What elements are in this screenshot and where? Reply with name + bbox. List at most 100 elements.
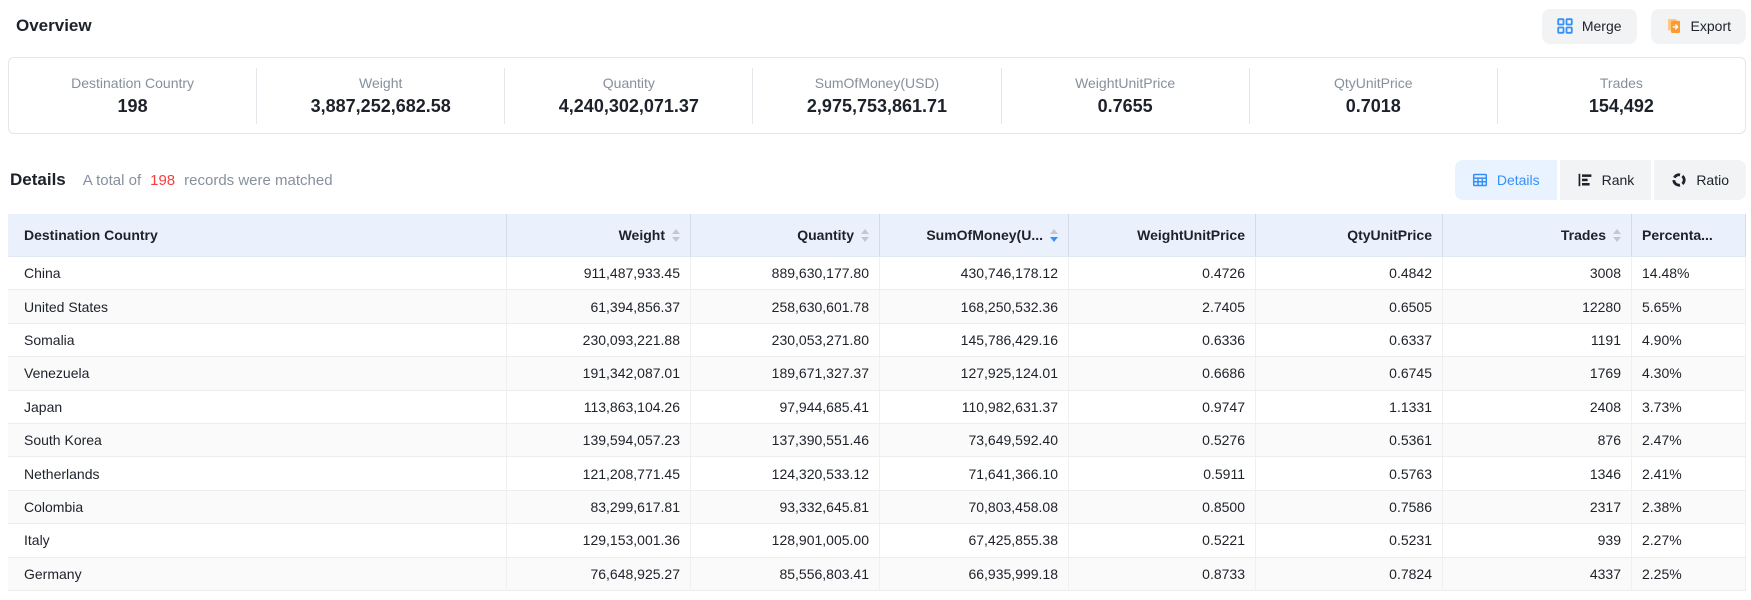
cell-weight: 83,299,617.81 [507, 491, 691, 523]
column-header-destination-country: Destination Country [8, 214, 507, 256]
cell-qtyunitprice: 0.6745 [1256, 357, 1443, 389]
cell-percenta: 3.73% [1632, 391, 1746, 423]
table-row-south-korea: South Korea139,594,057.23137,390,551.467… [8, 424, 1746, 457]
cell-weight: 911,487,933.45 [507, 257, 691, 289]
cell-sumofmoney-u: 70,803,458.08 [880, 491, 1069, 523]
cell-weight: 129,153,001.36 [507, 524, 691, 556]
donut-chart-icon [1671, 172, 1687, 188]
stat-label: Quantity [603, 76, 655, 90]
cell-trades: 1346 [1443, 457, 1632, 489]
topbar-actions: Merge Export [1542, 9, 1746, 44]
table-row-venezuela: Venezuela191,342,087.01189,671,327.37127… [8, 357, 1746, 390]
tab-ratio[interactable]: Ratio [1654, 160, 1746, 200]
cell-percenta: 4.30% [1632, 357, 1746, 389]
column-label: SumOfMoney(U... [926, 227, 1043, 243]
column-header-trades[interactable]: Trades [1443, 214, 1632, 256]
tab-details-label: Details [1497, 172, 1540, 188]
stat-trades: Trades154,492 [1497, 68, 1745, 124]
tab-ratio-label: Ratio [1696, 172, 1729, 188]
cell-destination-country: United States [8, 290, 507, 322]
cell-weightunitprice: 0.6686 [1069, 357, 1256, 389]
cell-qtyunitprice: 0.6505 [1256, 290, 1443, 322]
stat-destination-country: Destination Country198 [9, 68, 256, 124]
cell-destination-country: Germany [8, 558, 507, 590]
cell-weight: 230,093,221.88 [507, 324, 691, 356]
table-row-somalia: Somalia230,093,221.88230,053,271.80145,7… [8, 324, 1746, 357]
cell-qtyunitprice: 0.7586 [1256, 491, 1443, 523]
column-label: Quantity [797, 227, 854, 243]
summary-prefix: A total of [83, 172, 141, 189]
table-row-germany: Germany76,648,925.2785,556,803.4166,935,… [8, 558, 1746, 591]
stat-value: 0.7655 [1098, 97, 1153, 115]
column-header-qtyunitprice: QtyUnitPrice [1256, 214, 1443, 256]
cell-destination-country: South Korea [8, 424, 507, 456]
cell-sumofmoney-u: 110,982,631.37 [880, 391, 1069, 423]
cell-quantity: 258,630,601.78 [691, 290, 880, 322]
cell-quantity: 128,901,005.00 [691, 524, 880, 556]
cell-destination-country: Somalia [8, 324, 507, 356]
cell-qtyunitprice: 0.5231 [1256, 524, 1443, 556]
table-row-japan: Japan113,863,104.2697,944,685.41110,982,… [8, 391, 1746, 424]
cell-qtyunitprice: 0.5763 [1256, 457, 1443, 489]
column-header-sumofmoney-u[interactable]: SumOfMoney(U... [880, 214, 1069, 256]
details-table: Destination CountryWeight Quantity SumOfMo… [8, 214, 1746, 591]
topbar: Overview Merge [0, 0, 1751, 44]
stat-value: 3,887,252,682.58 [311, 97, 451, 115]
cell-quantity: 97,944,685.41 [691, 391, 880, 423]
overview-stats-card: Destination Country198Weight3,887,252,68… [8, 57, 1746, 134]
tab-rank[interactable]: Rank [1560, 160, 1652, 200]
cell-quantity: 93,332,645.81 [691, 491, 880, 523]
cell-weight: 139,594,057.23 [507, 424, 691, 456]
cell-weightunitprice: 0.8733 [1069, 558, 1256, 590]
bar-chart-icon [1577, 172, 1593, 188]
cell-destination-country: Italy [8, 524, 507, 556]
cell-weight: 61,394,856.37 [507, 290, 691, 322]
cell-quantity: 230,053,271.80 [691, 324, 880, 356]
cell-weightunitprice: 0.6336 [1069, 324, 1256, 356]
details-title: Details [10, 170, 66, 190]
cell-quantity: 889,630,177.80 [691, 257, 880, 289]
record-count: 198 [150, 172, 175, 189]
cell-sumofmoney-u: 430,746,178.12 [880, 257, 1069, 289]
cell-percenta: 2.25% [1632, 558, 1746, 590]
stat-sumofmoney-usd: SumOfMoney(USD) 2,975,753,861.71 [752, 68, 1000, 124]
cell-qtyunitprice: 1.1331 [1256, 391, 1443, 423]
stat-value: 4,240,302,071.37 [559, 97, 699, 115]
page-title: Overview [16, 16, 92, 36]
merge-button[interactable]: Merge [1542, 9, 1637, 44]
cell-destination-country: Colombia [8, 491, 507, 523]
column-label: WeightUnitPrice [1137, 227, 1245, 243]
sort-icon [1050, 229, 1058, 242]
column-header-percenta: Percenta... [1632, 214, 1746, 256]
cell-sumofmoney-u: 71,641,366.10 [880, 457, 1069, 489]
export-button[interactable]: Export [1651, 9, 1746, 44]
column-label: Percenta... [1642, 227, 1713, 243]
cell-percenta: 4.90% [1632, 324, 1746, 356]
cell-sumofmoney-u: 145,786,429.16 [880, 324, 1069, 356]
column-header-quantity[interactable]: Quantity [691, 214, 880, 256]
stat-label: Trades [1600, 76, 1643, 90]
records-summary: A total of 198 records were matched [83, 172, 333, 189]
stat-qtyunitprice: QtyUnitPrice0.7018 [1249, 68, 1497, 124]
cell-weight: 113,863,104.26 [507, 391, 691, 423]
column-header-weight[interactable]: Weight [507, 214, 691, 256]
cell-weight: 121,208,771.45 [507, 457, 691, 489]
cell-trades: 876 [1443, 424, 1632, 456]
cell-percenta: 14.48% [1632, 257, 1746, 289]
details-heading-group: Details A total of 198 records were matc… [10, 170, 333, 190]
cell-qtyunitprice: 0.4842 [1256, 257, 1443, 289]
cell-quantity: 124,320,533.12 [691, 457, 880, 489]
table-icon [1472, 172, 1488, 188]
stat-label: SumOfMoney(USD) [815, 76, 939, 90]
column-label: QtyUnitPrice [1347, 227, 1432, 243]
merge-button-label: Merge [1582, 18, 1622, 34]
summary-suffix: records were matched [184, 172, 332, 189]
cell-quantity: 85,556,803.41 [691, 558, 880, 590]
cell-trades: 2317 [1443, 491, 1632, 523]
cell-weightunitprice: 0.9747 [1069, 391, 1256, 423]
tab-details[interactable]: Details [1455, 160, 1557, 200]
cell-weight: 76,648,925.27 [507, 558, 691, 590]
cell-percenta: 2.47% [1632, 424, 1746, 456]
sort-icon [1613, 229, 1621, 242]
stat-value: 2,975,753,861.71 [807, 97, 947, 115]
